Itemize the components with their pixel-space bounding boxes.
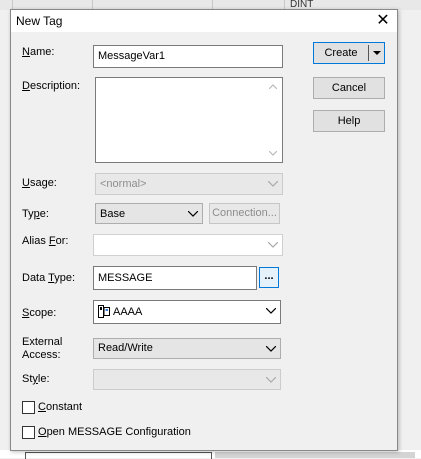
- name-label: Name:: [22, 46, 55, 58]
- description-scrollbar[interactable]: [266, 79, 281, 161]
- scroll-up-icon[interactable]: [269, 84, 277, 89]
- data-type-label: Data Type:: [22, 272, 76, 284]
- scope-select[interactable]: AAAA: [93, 300, 281, 324]
- style-select[interactable]: [93, 369, 281, 390]
- background-field: [215, 452, 415, 458]
- close-icon[interactable]: ✕: [373, 11, 393, 31]
- external-access-value: Read/Write: [98, 342, 153, 354]
- dialog-title: New Tag: [16, 14, 63, 28]
- type-value: Base: [100, 208, 126, 220]
- open-config-checkbox[interactable]: [22, 426, 35, 439]
- constant-label[interactable]: Constant: [38, 401, 82, 414]
- name-value: MessageVar1: [98, 50, 166, 62]
- create-dropdown-icon[interactable]: [369, 43, 385, 63]
- external-access-select[interactable]: Read/Write: [93, 338, 281, 359]
- chevron-down-icon: [187, 204, 199, 223]
- name-input[interactable]: MessageVar1: [93, 45, 283, 68]
- external-access-label-line1: External: [22, 336, 63, 348]
- background-bottom: [0, 450, 421, 459]
- create-split-button[interactable]: Create: [313, 42, 385, 64]
- usage-label: Usage:: [22, 177, 57, 189]
- description-label: Description:: [22, 80, 81, 92]
- alias-for-select[interactable]: [93, 234, 283, 256]
- chevron-down-icon: [267, 235, 279, 255]
- alias-for-label: Alias For:: [22, 235, 69, 247]
- external-access-label-line2: Access:: [22, 349, 61, 361]
- data-type-input[interactable]: MESSAGE: [93, 266, 257, 290]
- cancel-button[interactable]: Cancel: [313, 77, 385, 99]
- chevron-down-icon: [265, 370, 277, 389]
- chevron-down-icon: [267, 174, 279, 194]
- help-button[interactable]: Help: [313, 110, 385, 132]
- description-textarea[interactable]: [95, 77, 283, 163]
- scope-label: Scope:: [22, 307, 57, 319]
- scroll-down-icon[interactable]: [269, 151, 277, 156]
- connection-button[interactable]: Connection...: [209, 203, 280, 224]
- type-label: Type:: [22, 208, 49, 220]
- type-select[interactable]: Base: [95, 203, 203, 224]
- constant-checkbox[interactable]: [22, 401, 35, 414]
- new-tag-dialog: New Tag ✕ Name: MessageVar1 Description:…: [10, 9, 398, 451]
- chevron-down-icon: [265, 301, 277, 323]
- controller-icon: [98, 305, 110, 318]
- style-label: Style:: [22, 373, 50, 385]
- data-type-value: MESSAGE: [98, 272, 153, 284]
- open-config-label[interactable]: Open MESSAGE Configuration: [38, 426, 191, 439]
- data-type-browse-button[interactable]: ...: [259, 267, 279, 288]
- title-bar: New Tag ✕: [11, 10, 397, 32]
- usage-select[interactable]: <normal>: [95, 173, 283, 195]
- usage-value: <normal>: [100, 178, 147, 190]
- chevron-down-icon: [265, 339, 277, 358]
- create-button[interactable]: Create: [314, 43, 368, 63]
- scope-value: AAAA: [113, 306, 143, 318]
- external-access-label: External Access:: [22, 336, 62, 362]
